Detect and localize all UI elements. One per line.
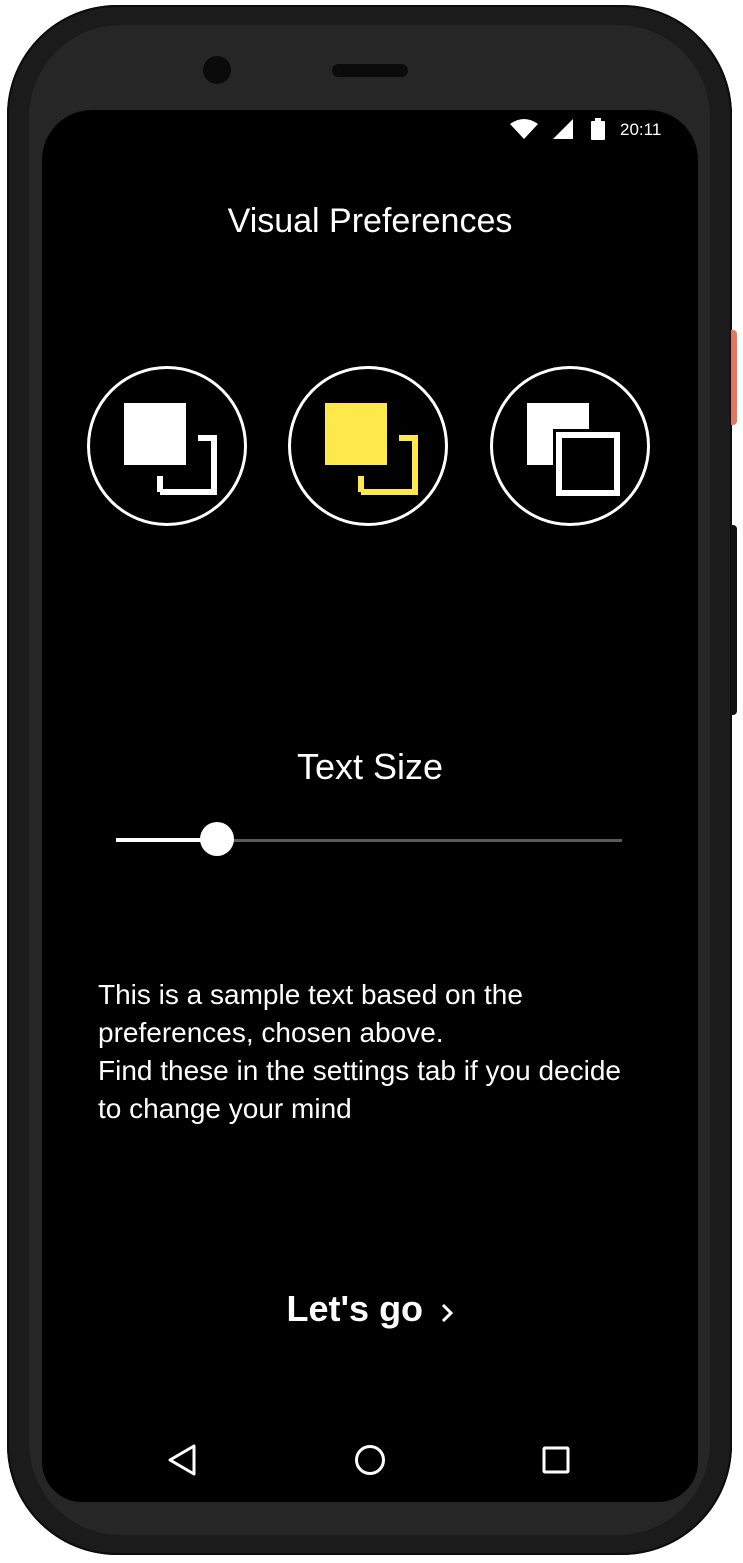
signal-icon — [552, 119, 574, 144]
slider-thumb[interactable] — [200, 822, 234, 856]
status-time: 20:11 — [620, 120, 662, 139]
theme-option-yellow[interactable] — [288, 366, 448, 526]
chevron-right-icon — [441, 1303, 453, 1322]
sample-text: This is a sample text based on the prefe… — [98, 976, 638, 1128]
lets-go-button[interactable]: Let's go — [42, 1288, 698, 1330]
theme-option-white[interactable] — [87, 366, 247, 526]
text-size-slider[interactable] — [116, 822, 622, 858]
earpiece-speaker — [332, 64, 408, 77]
contrast-outline-icon — [527, 403, 623, 499]
front-camera — [203, 56, 231, 84]
power-button — [731, 330, 737, 425]
sample-text-line: This is a sample text based on the prefe… — [98, 979, 523, 1048]
wifi-icon — [509, 118, 539, 145]
battery-icon — [591, 118, 605, 145]
system-nav-bar — [42, 1422, 698, 1502]
home-icon[interactable] — [350, 1440, 390, 1480]
sample-text-line: Find these in the settings tab if you de… — [98, 1055, 621, 1124]
screen: 20:11 Visual Preferences Text Size This … — [42, 110, 698, 1502]
recents-icon[interactable] — [536, 1440, 576, 1480]
volume-button — [731, 525, 737, 715]
theme-option-outline[interactable] — [490, 366, 650, 526]
contrast-yellow-icon — [325, 403, 418, 495]
text-size-label: Text Size — [296, 746, 444, 787]
contrast-white-icon — [124, 403, 217, 495]
status-bar: 20:11 — [42, 110, 698, 150]
page-title: Visual Preferences — [227, 202, 513, 240]
back-icon[interactable] — [162, 1440, 202, 1480]
lets-go-label: Let's go — [286, 1288, 424, 1329]
